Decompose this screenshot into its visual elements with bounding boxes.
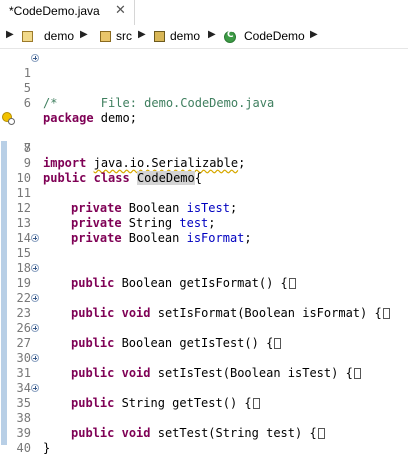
code-line[interactable]: 27 public void setIsTest(Boolean isTest)… [0,321,408,380]
code-line[interactable]: 38 [0,396,408,425]
warning-icon[interactable] [2,112,15,125]
code-line[interactable]: 34 [0,366,408,395]
code-text: } [43,441,51,455]
expand-icon[interactable] [31,354,39,362]
breadcrumb-arrow-icon[interactable]: ▶ [310,29,318,40]
code-line[interactable]: 11 private Boolean isTest; [0,171,408,215]
code-line[interactable]: 39 } [0,411,408,455]
project-icon [22,31,33,42]
breadcrumb-arrow-icon[interactable]: ▶ [80,29,88,40]
code-line[interactable]: 8 [0,126,408,155]
code-line[interactable]: 35 public void setTest(String test) { [0,381,408,440]
code-line[interactable]: 7 import java.io.Serializable; [0,111,408,170]
code-line[interactable]: 26 [0,306,408,335]
class-icon [224,30,236,43]
breadcrumb-item-src[interactable]: src [116,29,132,43]
code-line[interactable]: 19 public void setIsFormat(Boolean isFor… [0,261,408,320]
package-icon [154,31,165,42]
expand-icon[interactable] [31,294,39,302]
breadcrumb-arrow-icon[interactable]: ▶ [138,29,146,40]
source-folder-icon [100,31,111,42]
code-line[interactable]: 10 [0,156,408,185]
line-number: 40 [16,441,31,455]
code-line[interactable]: 23 public Boolean getIsTest() { [0,291,408,350]
expand-icon[interactable] [31,264,39,272]
code-line[interactable]: 6 package demo; [0,81,408,125]
code-line[interactable]: 31 public String getTest() { [0,351,408,410]
code-line[interactable]: 18 [0,246,408,275]
code-line[interactable]: 30 [0,336,408,365]
code-line[interactable]: 1 /* File: demo.CodeDemo.java [0,51,408,110]
breadcrumb-item-project[interactable]: demo [44,29,74,43]
code-editor[interactable]: 1 /* File: demo.CodeDemo.java 5 6 packag… [0,49,408,455]
expand-icon[interactable] [31,384,39,392]
line-number: 6 [23,96,31,110]
breadcrumb-item-class[interactable]: CodeDemo [244,29,305,43]
expand-icon[interactable] [31,324,39,332]
code-line[interactable]: 12 private String test; [0,186,408,230]
code-line[interactable]: 15 public Boolean getIsFormat() { [0,231,408,290]
code-line[interactable]: 14 [0,216,408,245]
code-line[interactable]: 22 [0,276,408,305]
code-line[interactable]: 13 private Boolean isFormat; [0,201,408,245]
breadcrumb-arrow-icon[interactable]: ▶ [208,29,216,40]
expand-icon[interactable] [31,234,39,242]
code-line[interactable]: 5 [0,66,408,95]
breadcrumb-item-package[interactable]: demo [170,29,200,43]
tab-title: *CodeDemo.java [9,4,100,18]
editor-tab-codedemo[interactable]: *CodeDemo.java ✕ [0,0,135,25]
code-line[interactable]: 40 [0,426,408,455]
expand-icon[interactable] [31,54,39,62]
editor-tab-bar: *CodeDemo.java ✕ [0,0,408,27]
code-text: /* File: demo.CodeDemo.java [43,96,275,110]
breadcrumb-arrow-icon[interactable]: ▶ [6,29,14,40]
breadcrumb: ▶ demo ▶ src ▶ demo ▶ CodeDemo ▶ [0,26,408,49]
close-icon[interactable]: ✕ [115,3,126,18]
code-line[interactable]: 9 public class CodeDemo{ [0,141,408,185]
